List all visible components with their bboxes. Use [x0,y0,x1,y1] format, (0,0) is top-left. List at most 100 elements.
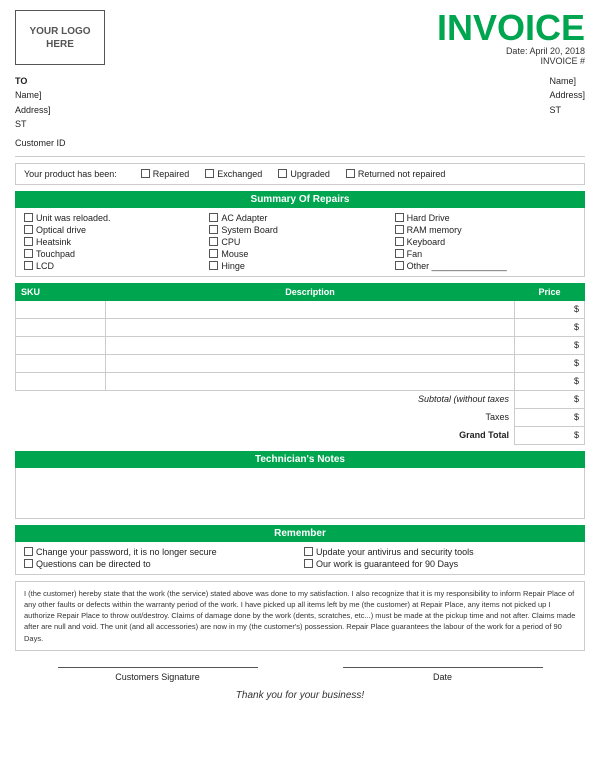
repair-cb-1[interactable] [24,213,33,222]
tech-notes-line-3 [20,500,580,514]
status-returned: Returned not repaired [346,169,446,179]
repaired-checkbox[interactable] [141,169,150,178]
page-header: YOUR LOGOHERE INVOICE Date: April 20, 20… [15,10,585,66]
invoice-title: INVOICE [437,10,585,46]
date-sig-line [343,667,543,668]
repair-cb-7[interactable] [24,237,33,246]
desc-col-header: Description [106,283,515,300]
repair-cb-13[interactable] [24,261,33,270]
legal-text: I (the customer) hereby state that the w… [15,581,585,651]
remember-item-2: Update your antivirus and security tools [304,547,576,557]
customer-id: Customer ID [15,138,585,148]
repair-item-6: RAM memory [395,225,576,235]
remember-grid: Change your password, it is no longer se… [15,542,585,575]
invoice-number: INVOICE # [437,56,585,66]
returned-checkbox[interactable] [346,169,355,178]
repair-cb-12[interactable] [395,249,404,258]
repair-cb-4[interactable] [24,225,33,234]
repair-cb-5[interactable] [209,225,218,234]
remember-cb-3[interactable] [24,559,33,568]
tech-notes-section: Technician's Notes [15,451,585,519]
signature-section: Customers Signature Date [15,667,585,682]
repair-item-13: LCD [24,261,205,271]
repair-label-3: Hard Drive [407,213,450,223]
sku-col-header: SKU [16,283,106,300]
grand-total-label: Grand Total [16,426,515,444]
product-status-bar: Your product has been: Repaired Exchange… [15,163,585,185]
billing-state-right: ST [549,103,585,117]
repair-label-5: System Board [221,225,278,235]
remember-item-3: Questions can be directed to [24,559,296,569]
repair-cb-3[interactable] [395,213,404,222]
billing-section: TO Name] Address] ST Name] Address] ST [15,74,585,132]
sku-cell-3 [16,336,106,354]
exchanged-checkbox[interactable] [205,169,214,178]
repair-label-4: Optical drive [36,225,86,235]
repair-cb-9[interactable] [395,237,404,246]
grand-total-row: Grand Total $ [16,426,585,444]
repair-label-1: Unit was reloaded. [36,213,111,223]
status-exchanged: Exchanged [205,169,262,179]
billing-name-left: Name] [15,88,51,102]
sku-cell-2 [16,318,106,336]
price-cell-5: $ [515,372,585,390]
logo-text: YOUR LOGOHERE [29,25,90,51]
upgraded-checkbox[interactable] [278,169,287,178]
remember-cb-1[interactable] [24,547,33,556]
repair-label-2: AC Adapter [221,213,267,223]
remember-label-3: Questions can be directed to [36,559,151,569]
repair-item-1: Unit was reloaded. [24,213,205,223]
tech-notes-line-2 [20,486,580,500]
repair-label-14: Hinge [221,261,245,271]
sku-cell-4 [16,354,106,372]
repair-cb-15[interactable] [395,261,404,270]
remember-cb-4[interactable] [304,559,313,568]
price-cell-3: $ [515,336,585,354]
repair-item-15: Other _______________ [395,261,576,271]
remember-section: Remember Change your password, it is no … [15,525,585,575]
repair-label-8: CPU [221,237,240,247]
repair-label-10: Touchpad [36,249,75,259]
billing-address-left: Address] [15,103,51,117]
subtotal-value: $ [515,390,585,408]
date-signature-block: Date [343,667,543,682]
status-repaired: Repaired [141,169,190,179]
price-cell-1: $ [515,300,585,318]
price-cell-4: $ [515,354,585,372]
sku-table: SKU Description Price $ $ $ $ $ [15,283,585,445]
to-label: TO [15,74,51,88]
repair-item-8: CPU [209,237,390,247]
repair-cb-8[interactable] [209,237,218,246]
sku-cell-1 [16,300,106,318]
billing-right: Name] Address] ST [549,74,585,132]
remember-label-1: Change your password, it is no longer se… [36,547,217,557]
repair-item-2: AC Adapter [209,213,390,223]
table-row: $ [16,300,585,318]
tech-notes-body [15,468,585,519]
billing-address-right: Address] [549,88,585,102]
repair-cb-10[interactable] [24,249,33,258]
status-upgraded: Upgraded [278,169,330,179]
repair-label-13: LCD [36,261,54,271]
repair-cb-6[interactable] [395,225,404,234]
repair-label-12: Fan [407,249,423,259]
remember-cb-2[interactable] [304,547,313,556]
repair-label-6: RAM memory [407,225,462,235]
remember-item-4: Our work is guaranteed for 90 Days [304,559,576,569]
repair-cb-14[interactable] [209,261,218,270]
price-col-header: Price [515,283,585,300]
repair-cb-2[interactable] [209,213,218,222]
repair-item-4: Optical drive [24,225,205,235]
repair-item-14: Hinge [209,261,390,271]
repair-label-9: Keyboard [407,237,446,247]
summary-header: Summary Of Repairs [15,191,585,208]
customer-signature-block: Customers Signature [58,667,258,682]
price-cell-2: $ [515,318,585,336]
remember-label-4: Our work is guaranteed for 90 Days [316,559,458,569]
subtotal-row: Subtotal (without taxes $ [16,390,585,408]
repair-item-3: Hard Drive [395,213,576,223]
table-row: $ [16,336,585,354]
customer-sig-label: Customers Signature [58,672,258,682]
repair-cb-11[interactable] [209,249,218,258]
sku-cell-5 [16,372,106,390]
